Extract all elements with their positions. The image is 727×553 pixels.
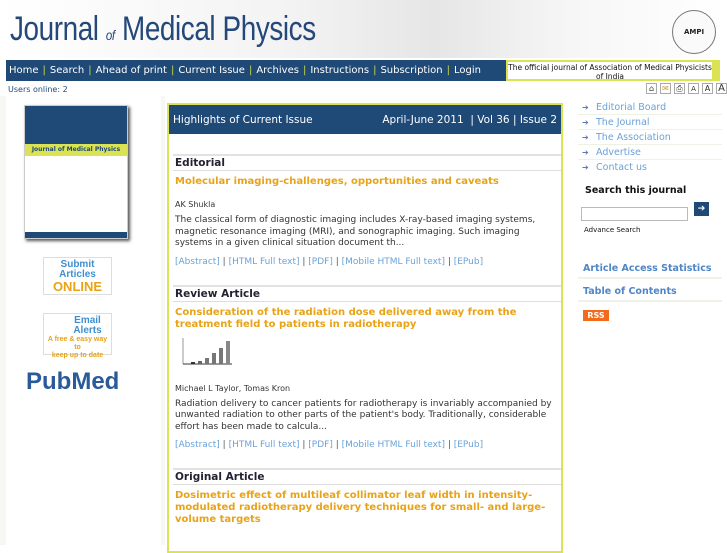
current-issue-panel: Highlights of Current Issue April-June 2…: [167, 103, 563, 553]
submit-articles-online-button[interactable]: Submit Articles ONLINE: [43, 257, 112, 295]
journal-cover-image[interactable]: Journal of Medical Physics: [24, 105, 128, 239]
article-authors: AK Shukla: [175, 200, 216, 209]
html-link[interactable]: [HTML Full text]: [229, 440, 300, 450]
article-title[interactable]: Molecular imaging-challenges, opportunit…: [175, 176, 555, 188]
nav-instructions[interactable]: Instructions: [310, 65, 369, 76]
seal-text: AMPI: [683, 28, 705, 36]
logo-of: of: [105, 27, 115, 43]
panel-header: Highlights of Current Issue April-June 2…: [169, 105, 561, 134]
font-small-button[interactable]: A: [688, 83, 699, 94]
cover-title: Journal of Medical Physics: [25, 144, 127, 156]
journal-logo[interactable]: Journal of Medical Physics: [10, 10, 316, 49]
article-links: [Abstract] | [HTML Full text] | [PDF] | …: [175, 440, 484, 450]
article-authors: Michael L Taylor, Tomas Kron: [175, 383, 291, 393]
mobile-html-link[interactable]: [Mobile HTML Full text]: [342, 440, 445, 450]
article-links: [Abstract] | [HTML Full text] | [PDF] | …: [175, 256, 484, 267]
separator: |: [170, 65, 175, 76]
arrow-icon: ➔: [582, 132, 589, 142]
logo-text: Journal: [10, 10, 106, 48]
font-medium-button[interactable]: A: [702, 83, 713, 94]
pubmed-logo[interactable]: PubMed: [26, 368, 119, 396]
table-of-contents-link[interactable]: Table of Contents: [578, 283, 722, 302]
issue-info: April-June 2011 | Vol 36 | Issue 2: [382, 113, 557, 126]
separator: |: [42, 65, 46, 76]
arrow-icon: ➔: [582, 147, 589, 157]
email-alerts-button[interactable]: Email Alerts A free & easy way to keep u…: [43, 313, 112, 359]
link-advertise[interactable]: ➔ Advertise: [578, 145, 722, 160]
rss-button[interactable]: RSS: [583, 310, 609, 321]
journal-search-input[interactable]: [581, 207, 688, 221]
ampi-seal-logo: AMPI: [672, 10, 716, 54]
html-link[interactable]: [HTML Full text]: [229, 257, 300, 267]
alerts-text: Alerts: [73, 325, 102, 336]
logo-text-2: Medical Physics: [114, 10, 316, 48]
link-label: Advertise: [596, 146, 641, 158]
article-thumbnail-chart[interactable]: [177, 336, 237, 376]
panel-title: Highlights of Current Issue: [173, 113, 313, 126]
home-icon[interactable]: ⌂: [646, 83, 657, 94]
arrow-icon: ➔: [582, 163, 589, 172]
separator: |: [88, 65, 92, 76]
article-abstract: Radiation delivery to cancer patients fo…: [175, 398, 552, 432]
separator: |: [373, 65, 377, 76]
separator: |: [248, 65, 253, 76]
arrow-icon: ➔: [582, 102, 589, 112]
section-heading: Review Article: [173, 284, 561, 302]
nav-current-issue[interactable]: Current Issue: [178, 65, 245, 76]
arrow-icon: ➔: [582, 117, 589, 127]
link-editorial-board[interactable]: ➔ Editorial Board: [578, 100, 722, 115]
header-banner: Journal of Medical Physics AMPI: [0, 0, 727, 58]
tools-bar: ⌂ ✉ ⎙ A A A: [646, 83, 727, 94]
article-title[interactable]: Dosimetric effect of multileaf collimato…: [175, 490, 555, 526]
abstract-link[interactable]: [Abstract]: [175, 440, 220, 450]
search-go-button[interactable]: ➔: [694, 202, 709, 216]
epub-link[interactable]: [EPub]: [454, 440, 483, 450]
section-heading: Editorial: [173, 154, 561, 171]
link-label: The Journal: [596, 116, 650, 128]
article-access-statistics-link[interactable]: Article Access Statistics: [578, 260, 722, 279]
nav-login[interactable]: Login: [454, 65, 481, 76]
search-title: Search this journal: [585, 185, 687, 196]
email-tagline: A free & easy way to: [47, 336, 108, 351]
online-text: ONLINE: [52, 279, 103, 294]
abstract-link[interactable]: [Abstract]: [175, 257, 220, 267]
separator: |: [302, 65, 307, 76]
print-icon[interactable]: ⎙: [674, 83, 685, 94]
nav-archives[interactable]: Archives: [256, 65, 299, 76]
separator: |: [446, 65, 450, 76]
link-label: The Association: [596, 131, 671, 143]
link-label: Editorial Board: [596, 101, 667, 113]
section-heading: Original Article: [173, 468, 561, 485]
nav-home[interactable]: Home: [9, 65, 39, 76]
pdf-link[interactable]: [PDF]: [308, 440, 333, 450]
nav-subscription[interactable]: Subscription: [380, 65, 442, 76]
link-label: Contact us: [596, 162, 647, 173]
article-title[interactable]: Consideration of the radiation dose deli…: [175, 307, 555, 331]
link-the-journal[interactable]: ➔ The Journal: [578, 115, 722, 130]
tagline: The official journal of Association of M…: [506, 60, 720, 81]
email-tagline-2: keep up to date: [51, 352, 104, 359]
email-icon[interactable]: ✉: [660, 83, 671, 94]
link-contact-us[interactable]: ➔ Contact us: [578, 160, 722, 175]
font-large-button[interactable]: A: [716, 83, 727, 94]
epub-link[interactable]: [EPub]: [454, 257, 483, 267]
mobile-html-link[interactable]: [Mobile HTML Full text]: [342, 257, 445, 267]
nav-search[interactable]: Search: [50, 65, 84, 76]
users-online: Users online: 2: [8, 85, 68, 94]
nav-ahead-of-print[interactable]: Ahead of print: [96, 65, 167, 76]
article-abstract: The classical form of diagnostic imaging…: [175, 215, 536, 248]
right-sidebar: ➔ Editorial Board ➔ The Journal ➔ The Assoc…: [578, 100, 722, 321]
link-the-association[interactable]: ➔ The Association: [578, 130, 722, 145]
main-nav: Home | Search | Ahead of print | Current Is…: [6, 60, 506, 81]
advance-search-link[interactable]: Advance Search: [584, 226, 722, 234]
pdf-link[interactable]: [PDF]: [308, 257, 333, 267]
